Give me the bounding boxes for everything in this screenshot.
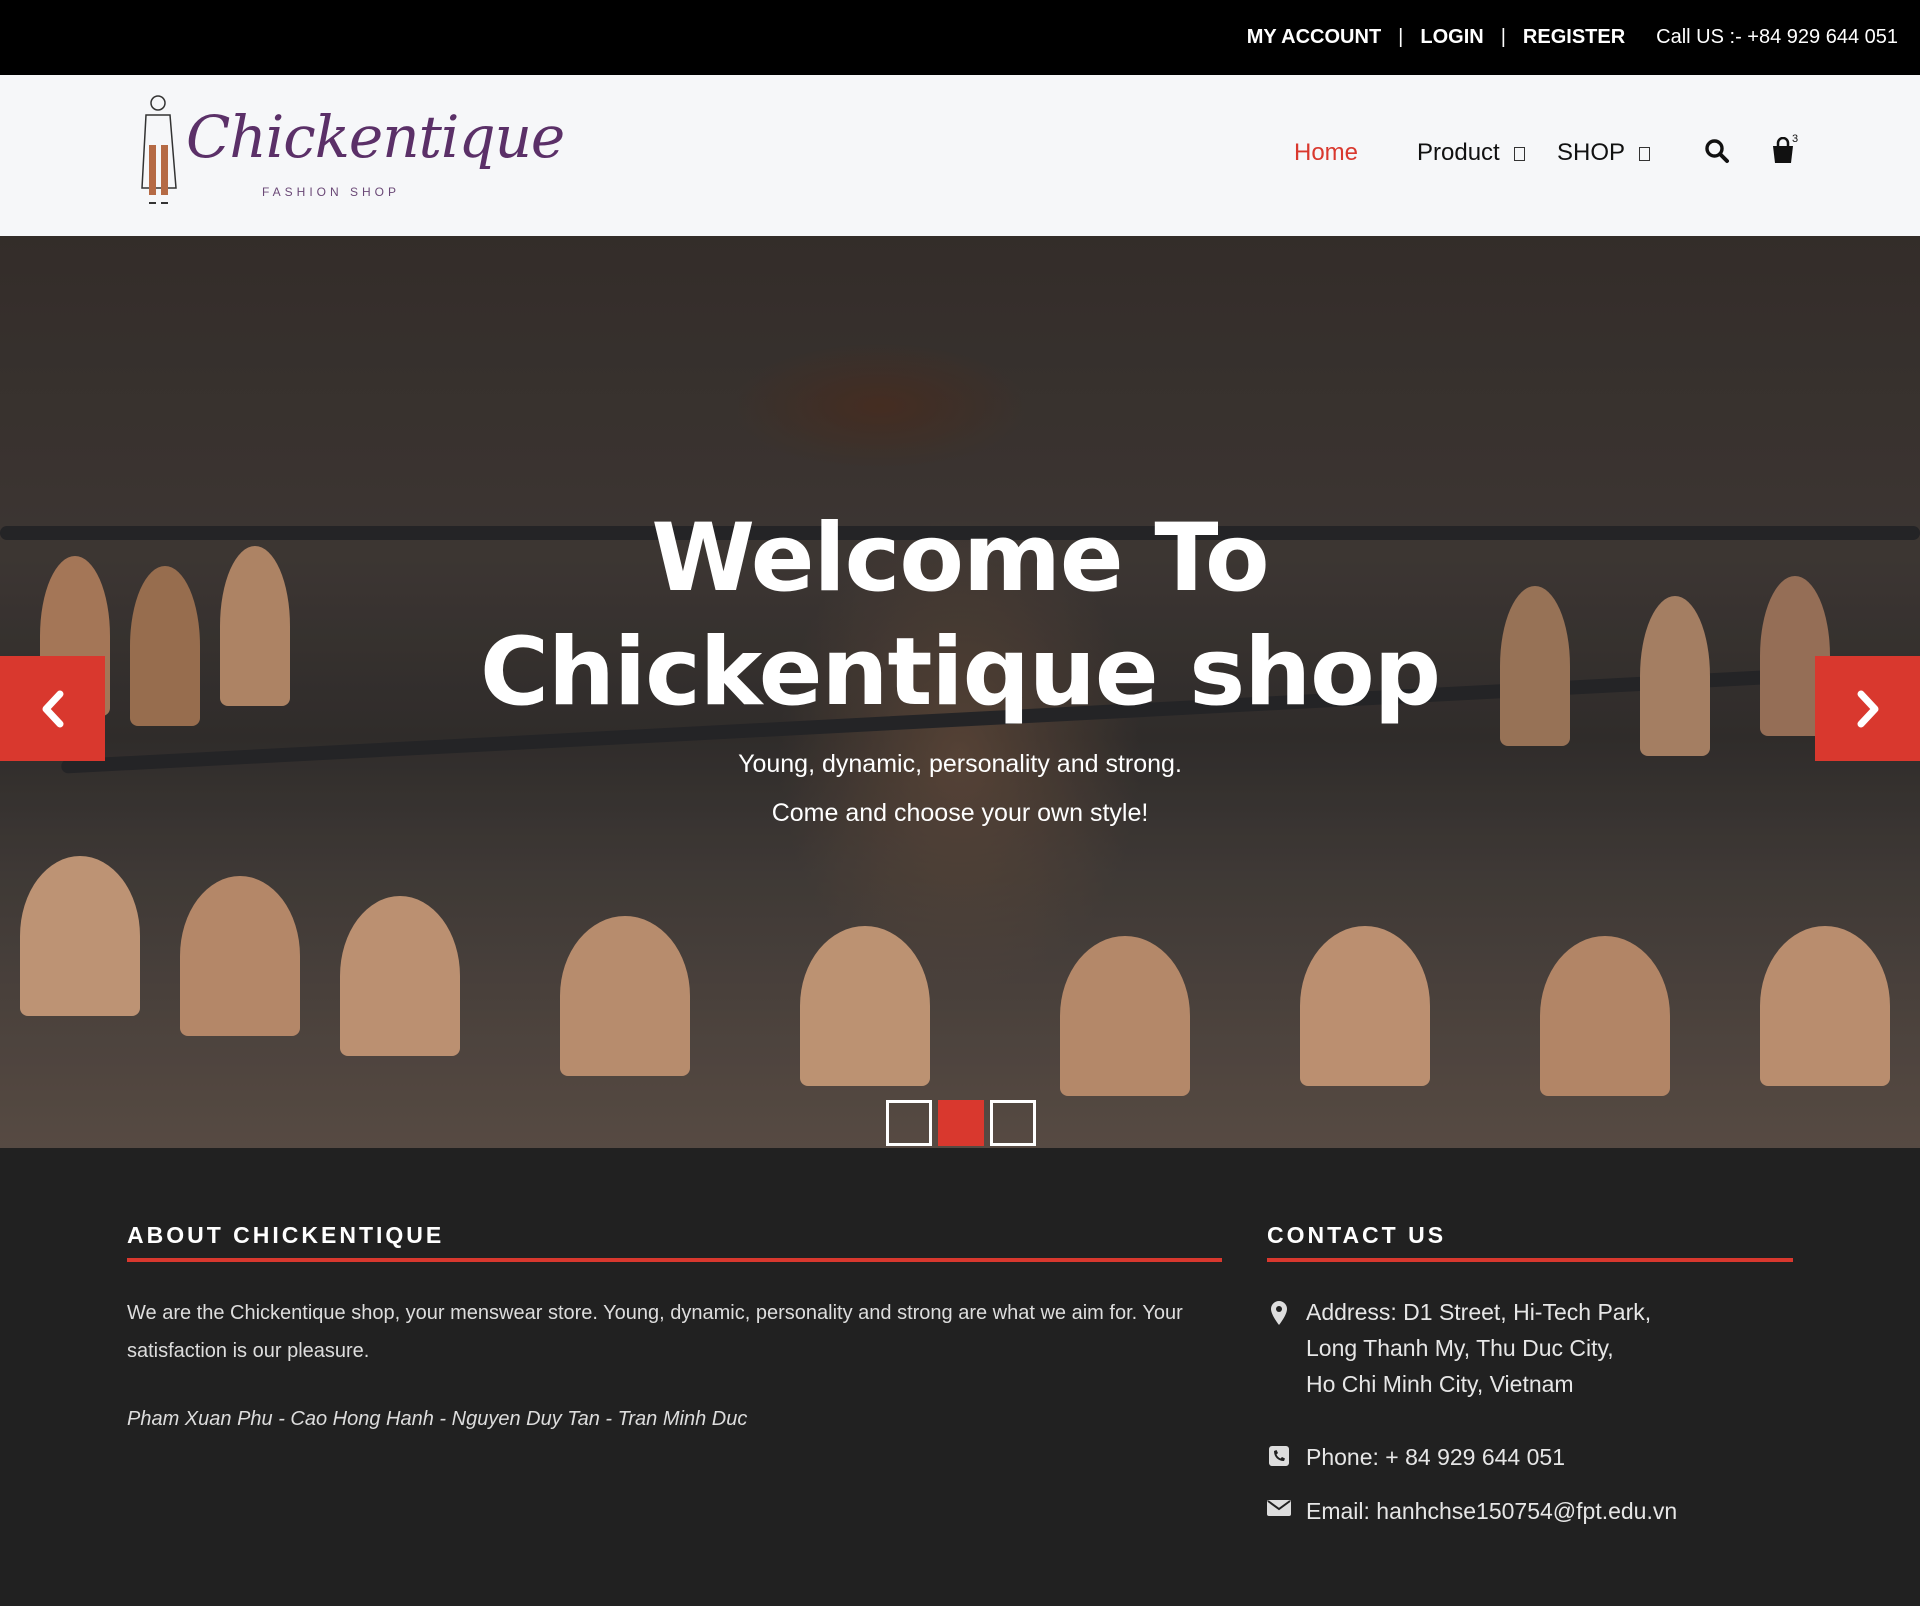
logo-script-text: Chickentique	[186, 103, 565, 171]
hero-subtitle-2: Come and choose your own style!	[771, 799, 1149, 827]
chevron-left-icon	[42, 690, 63, 727]
map-marker-icon	[1266, 1294, 1292, 1402]
hero-title-line2: Chickentique shop	[479, 618, 1441, 727]
logo[interactable]: Chickentique FASHION SHOP	[134, 93, 565, 218]
contact-phone: Phone: + 84 929 644 051	[1266, 1439, 1565, 1475]
nav-product[interactable]: Product	[1417, 139, 1525, 167]
chevron-right-icon	[1857, 690, 1878, 727]
address-line-2: Long Thanh My, Thu Duc City,	[1306, 1335, 1614, 1361]
login-link[interactable]: LOGIN	[1420, 26, 1483, 49]
nav-product-label: Product	[1417, 139, 1500, 166]
slide-dot-1[interactable]	[886, 1100, 932, 1146]
register-link[interactable]: REGISTER	[1523, 26, 1625, 49]
cart-count-badge: 3	[1792, 133, 1799, 145]
next-slide-button[interactable]	[1815, 656, 1920, 761]
hero-title-line1: Welcome To	[651, 504, 1269, 613]
call-us-text: Call US :- +84 929 644 051	[1656, 26, 1898, 48]
phone-text[interactable]: Phone: + 84 929 644 051	[1306, 1439, 1565, 1475]
hero-subtitle-1: Young, dynamic, personality and strong.	[738, 750, 1182, 778]
phone-icon	[1266, 1439, 1292, 1475]
nav-shop[interactable]: SHOP	[1557, 139, 1651, 167]
nav-home[interactable]: Home	[1294, 139, 1358, 167]
top-bar: MY ACCOUNT | LOGIN | REGISTER Call US :-…	[0, 0, 1920, 75]
top-links: MY ACCOUNT | LOGIN | REGISTER Call US :-…	[1247, 0, 1898, 75]
dropdown-icon	[1639, 147, 1651, 161]
prev-slide-button[interactable]	[0, 656, 105, 761]
dropdown-icon	[1513, 147, 1525, 161]
slide-dot-2[interactable]	[938, 1100, 984, 1146]
footer: ABOUT CHICKENTIQUE We are the Chickentiq…	[0, 1148, 1920, 1606]
logo-figure-icon	[141, 95, 177, 204]
slide-dot-3[interactable]	[990, 1100, 1036, 1146]
about-authors: Pham Xuan Phu - Cao Hong Hanh - Nguyen D…	[127, 1408, 748, 1430]
about-underline	[127, 1258, 1222, 1262]
address-line-3: Ho Chi Minh City, Vietnam	[1306, 1371, 1574, 1397]
envelope-icon	[1266, 1493, 1292, 1529]
nav-shop-label: SHOP	[1557, 139, 1626, 166]
contact-email: Email: hanhchse150754@fpt.edu.vn	[1266, 1493, 1677, 1529]
logo-subtitle: FASHION SHOP	[262, 185, 401, 199]
contact-underline	[1267, 1258, 1793, 1262]
search-icon[interactable]	[1704, 138, 1730, 169]
contact-address: Address: D1 Street, Hi-Tech Park, Long T…	[1266, 1294, 1651, 1402]
address-line-1: Address: D1 Street, Hi-Tech Park,	[1306, 1299, 1652, 1325]
divider: |	[1500, 26, 1506, 48]
about-text: We are the Chickentique shop, your mensw…	[127, 1302, 1183, 1362]
hero-slider: Welcome To Chickentique shop Young, dyna…	[0, 236, 1920, 1148]
about-heading: ABOUT CHICKENTIQUE	[127, 1222, 445, 1248]
contact-heading: CONTACT US	[1267, 1222, 1447, 1248]
slide-indicators	[886, 1100, 1036, 1146]
my-account-link[interactable]: MY ACCOUNT	[1247, 26, 1381, 49]
email-text[interactable]: Email: hanhchse150754@fpt.edu.vn	[1306, 1493, 1677, 1529]
site-header: Chickentique FASHION SHOP Home Product S…	[0, 75, 1920, 236]
divider: |	[1398, 26, 1404, 48]
